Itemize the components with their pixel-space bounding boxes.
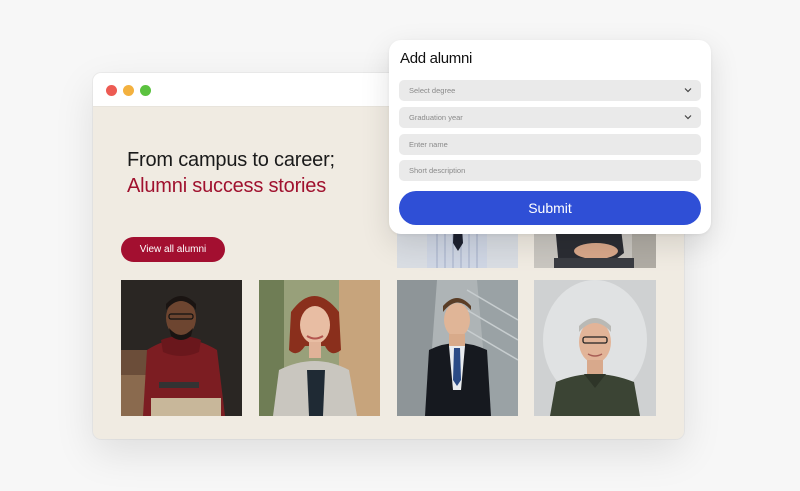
name-input[interactable]: Enter name bbox=[399, 134, 701, 155]
degree-select[interactable]: Select degree bbox=[399, 80, 701, 101]
close-window-button[interactable] bbox=[106, 85, 117, 96]
alumni-photo-4[interactable] bbox=[534, 280, 656, 416]
chevron-down-icon bbox=[684, 88, 692, 93]
chevron-down-icon bbox=[684, 115, 692, 120]
view-all-alumni-button[interactable]: View all alumni bbox=[121, 237, 225, 262]
form-title: Add alumni bbox=[400, 50, 473, 67]
alumni-photo-3[interactable] bbox=[397, 280, 518, 416]
description-input[interactable]: Short description bbox=[399, 160, 701, 181]
hero-title-line1: From campus to career; bbox=[127, 149, 335, 171]
hero-heading: From campus to career; Alumni success st… bbox=[127, 147, 335, 199]
hero-title-line2: Alumni success stories bbox=[127, 175, 326, 197]
alumni-photo-2[interactable] bbox=[259, 280, 380, 416]
submit-button[interactable]: Submit bbox=[399, 191, 701, 225]
name-input-placeholder: Enter name bbox=[409, 140, 448, 149]
minimize-window-button[interactable] bbox=[123, 85, 134, 96]
alumni-photo-1[interactable] bbox=[121, 280, 242, 416]
degree-select-placeholder: Select degree bbox=[409, 86, 456, 95]
graduation-year-placeholder: Graduation year bbox=[409, 113, 463, 122]
maximize-window-button[interactable] bbox=[140, 85, 151, 96]
add-alumni-form: Add alumni Select degree Graduation year… bbox=[389, 40, 711, 234]
graduation-year-select[interactable]: Graduation year bbox=[399, 107, 701, 128]
description-input-placeholder: Short description bbox=[409, 166, 466, 175]
